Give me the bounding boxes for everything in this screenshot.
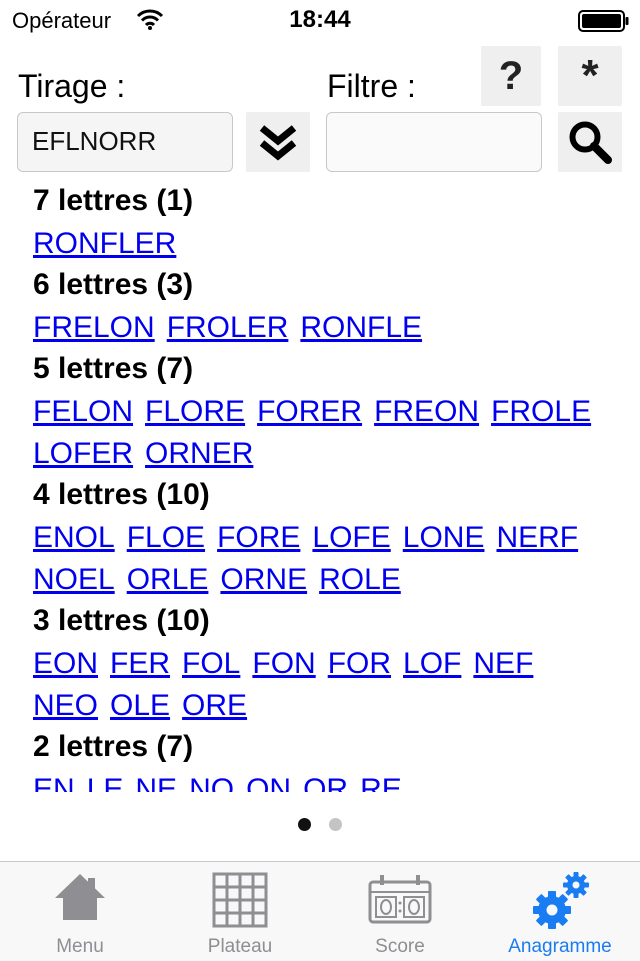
tab-plateau[interactable]: Plateau xyxy=(160,862,320,961)
word-group-title: 7 lettres (1) xyxy=(33,184,194,217)
expand-button[interactable] xyxy=(246,112,310,172)
word-link[interactable]: FOL xyxy=(182,647,240,680)
grid-icon xyxy=(212,872,268,928)
word-link[interactable]: FER xyxy=(110,647,170,680)
tirage-input[interactable]: EFLNORR xyxy=(17,112,233,172)
scoreboard-icon xyxy=(368,875,432,924)
help-label: ? xyxy=(498,53,524,98)
word-line: FELON FLORE FORER FREON FROLE xyxy=(33,392,633,434)
tab-anagramme[interactable]: Anagramme xyxy=(480,862,640,961)
tab-score-label: Score xyxy=(375,936,425,957)
search-button[interactable] xyxy=(558,112,622,172)
battery-icon xyxy=(578,10,629,32)
word-link[interactable]: FROLER xyxy=(167,311,289,344)
word-line: FRELON FROLER RONFLE xyxy=(33,308,633,350)
home-icon xyxy=(55,874,105,920)
word-link[interactable]: NERF xyxy=(496,521,578,554)
word-link[interactable]: RE xyxy=(360,773,402,792)
page-control[interactable] xyxy=(0,818,640,831)
tab-plateau-label: Plateau xyxy=(207,936,273,957)
word-link[interactable]: LONE xyxy=(403,521,485,554)
word-line: ENOL FLOE FORE LOFE LONE NERF xyxy=(33,518,633,560)
word-link[interactable]: RONFLE xyxy=(300,311,422,344)
word-link[interactable]: LOF xyxy=(403,647,461,680)
double-chevron-down-icon xyxy=(259,125,297,161)
word-link[interactable]: ORLE xyxy=(127,563,209,596)
word-link[interactable]: FRELON xyxy=(33,311,155,344)
word-group-title: 6 lettres (3) xyxy=(33,268,194,301)
word-link[interactable]: NEF xyxy=(473,647,533,680)
word-line: EN LE NE NO ON OR RE xyxy=(33,770,633,792)
word-link[interactable]: FELON xyxy=(33,395,133,428)
word-link[interactable]: FOR xyxy=(328,647,391,680)
word-link[interactable]: ORNE xyxy=(220,563,307,596)
joker-button[interactable]: * xyxy=(558,46,622,106)
word-link[interactable]: FORER xyxy=(257,395,362,428)
word-link[interactable]: LOFE xyxy=(312,521,390,554)
word-line: LOFER ORNER xyxy=(33,434,633,476)
search-icon xyxy=(569,121,612,164)
word-link[interactable]: LE xyxy=(87,773,124,792)
status-bar: Opérateur 18:44 xyxy=(0,0,640,40)
word-group-title: 4 lettres (10) xyxy=(33,478,210,511)
word-link[interactable]: ORE xyxy=(182,689,247,722)
gears-icon xyxy=(533,872,589,929)
clock: 18:44 xyxy=(289,6,351,33)
tab-menu[interactable]: Menu xyxy=(0,862,160,961)
word-group-title: 5 lettres (7) xyxy=(33,352,194,385)
word-link[interactable]: NE xyxy=(135,773,177,792)
filtre-label: Filtre : xyxy=(327,68,416,104)
word-link[interactable]: FON xyxy=(252,647,315,680)
word-link[interactable]: NO xyxy=(189,773,234,792)
tirage-label: Tirage : xyxy=(18,68,126,104)
word-link[interactable]: RONFLER xyxy=(33,227,176,260)
word-link[interactable]: ENOL xyxy=(33,521,115,554)
word-link[interactable]: ON xyxy=(246,773,291,792)
word-line: RONFLER xyxy=(33,224,633,266)
word-link[interactable]: NOEL xyxy=(33,563,115,596)
word-link[interactable]: LOFER xyxy=(33,437,133,470)
tab-bar: Menu Plateau Score Anagramme xyxy=(0,861,640,961)
word-link[interactable]: FREON xyxy=(374,395,479,428)
word-link[interactable]: FLOE xyxy=(127,521,205,554)
tab-anagramme-label: Anagramme xyxy=(508,936,612,957)
joker-label: * xyxy=(581,51,599,100)
word-link[interactable]: FORE xyxy=(217,521,300,554)
page-dot-1[interactable] xyxy=(298,818,311,831)
word-link[interactable]: OR xyxy=(303,773,348,792)
filter-input[interactable] xyxy=(326,112,542,172)
word-link[interactable]: NEO xyxy=(33,689,98,722)
word-group-title: 2 lettres (7) xyxy=(33,730,194,763)
word-link[interactable]: ORNER xyxy=(145,437,253,470)
word-link[interactable]: EN xyxy=(33,773,75,792)
word-group-title: 3 lettres (10) xyxy=(33,604,210,637)
word-link[interactable]: FROLE xyxy=(491,395,591,428)
word-link[interactable]: EON xyxy=(33,647,98,680)
anagram-results: 7 lettres (1) RONFLER 6 lettres (3) FRELON F… xyxy=(33,182,633,792)
tab-score[interactable]: Score xyxy=(320,862,480,961)
tab-menu-label: Menu xyxy=(56,936,104,957)
word-link[interactable]: OLE xyxy=(110,689,170,722)
help-button[interactable]: ? xyxy=(481,46,541,106)
word-link[interactable]: FLORE xyxy=(145,395,245,428)
page-dot-2[interactable] xyxy=(329,818,342,831)
word-line: NOEL ORLE ORNE ROLE xyxy=(33,560,633,602)
word-line: NEO OLE ORE xyxy=(33,686,633,728)
word-link[interactable]: ROLE xyxy=(319,563,401,596)
word-line: EON FER FOL FON FOR LOF NEF xyxy=(33,644,633,686)
